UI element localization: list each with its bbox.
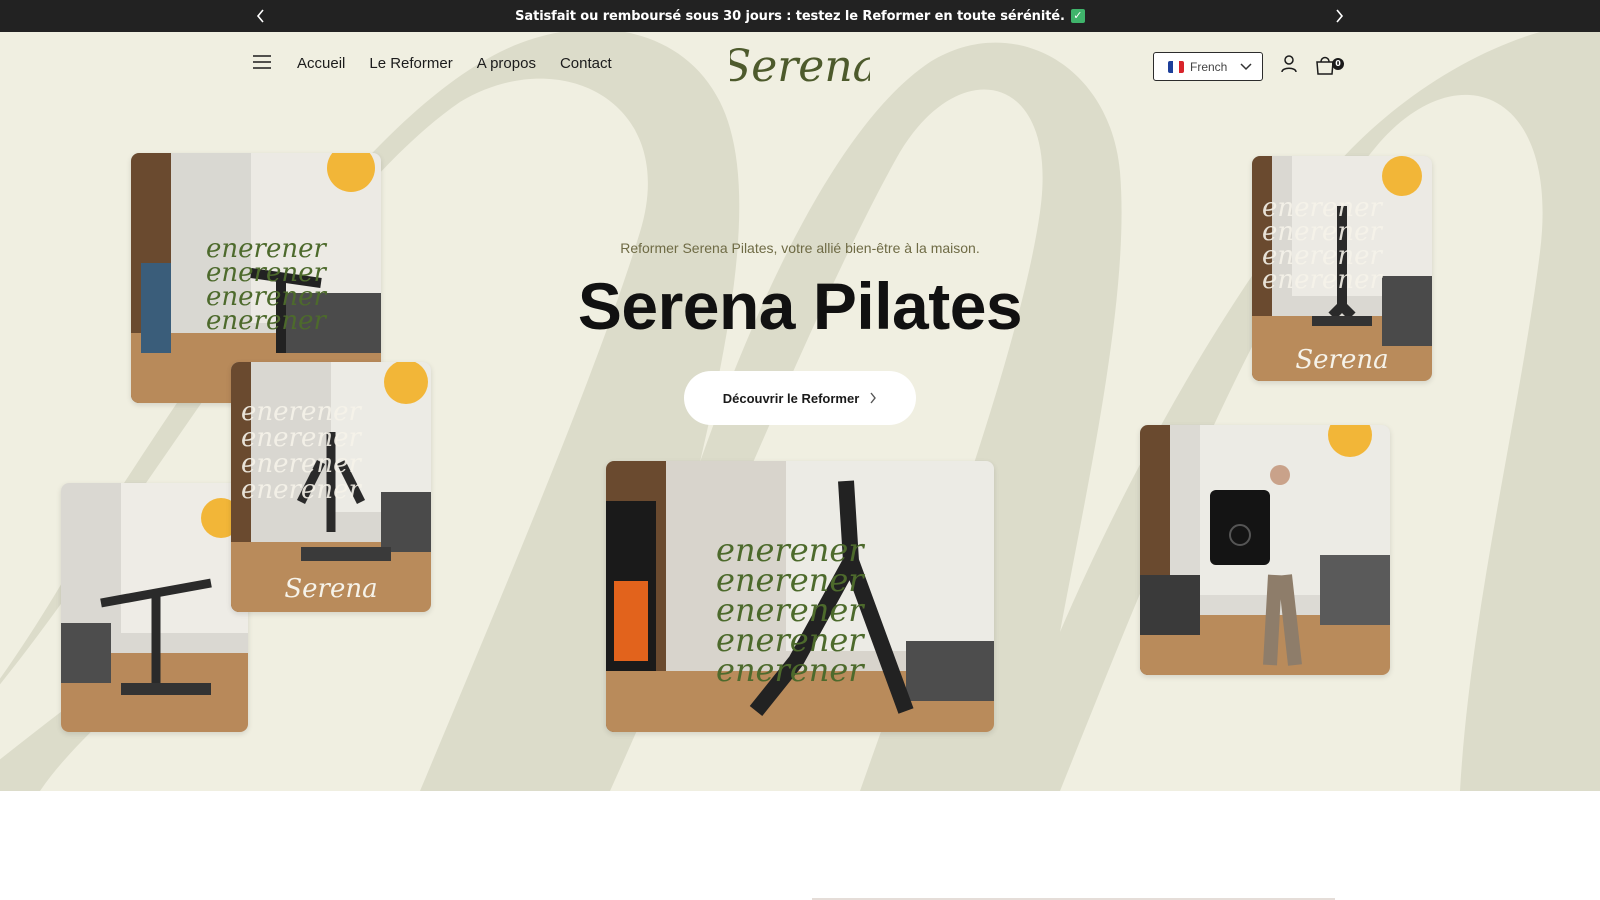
language-selector[interactable]: French [1153, 52, 1263, 81]
nav-link-accueil[interactable]: Accueil [297, 55, 345, 72]
svg-text:Serena: Serena [1295, 345, 1388, 375]
cart-button[interactable]: 0 [1314, 54, 1348, 76]
gallery-photo-holding-reformer [1140, 425, 1390, 675]
hamburger-icon [253, 55, 271, 69]
site-header: Accueil Le Reformer A propos Contact Ser… [0, 32, 1600, 100]
nav-link-contact[interactable]: Contact [560, 55, 612, 72]
svg-text:enerener: enerener [241, 475, 362, 505]
discover-reformer-button[interactable]: Découvrir le Reformer [684, 371, 916, 425]
account-button[interactable] [1280, 54, 1300, 76]
announcement-next-button[interactable] [1327, 0, 1351, 32]
hamburger-menu-button[interactable] [252, 54, 274, 76]
cta-label: Découvrir le Reformer [722, 390, 860, 406]
user-icon [1281, 55, 1297, 73]
chevron-down-icon [1240, 63, 1252, 71]
announcement-bar: Satisfait ou remboursé sous 30 jours : t… [0, 0, 1600, 32]
main-nav: Accueil Le Reformer A propos Contact [297, 55, 636, 72]
announcement-text: Satisfait ou remboursé sous 30 jours : t… [515, 8, 1065, 24]
gallery-photo-lunge-pose: enerener enerener enerener enerener ener… [606, 461, 994, 732]
flag-fr-icon [1168, 60, 1184, 73]
hero-title: Serena Pilates [577, 269, 1023, 343]
serena-logo[interactable]: Serena [730, 36, 870, 96]
nav-link-a-propos[interactable]: A propos [477, 55, 536, 72]
nav-link-le-reformer[interactable]: Le Reformer [369, 55, 452, 72]
chevron-right-icon [1336, 9, 1344, 23]
announcement-prev-button[interactable] [249, 0, 273, 32]
svg-text:Serena: Serena [284, 574, 377, 604]
check-badge-icon: ✓ [1070, 9, 1085, 23]
hero-section: Accueil Le Reformer A propos Contact Ser… [0, 32, 1600, 791]
gallery-photo-board-exercise: enerener enerener enerener enerener Sere… [231, 362, 431, 612]
gallery-photo-arabesque-pose [61, 483, 248, 732]
language-label: French [1190, 59, 1228, 74]
chevron-left-icon [256, 9, 264, 23]
cart-count-badge: 0 [1332, 58, 1344, 70]
svg-text:enerener: enerener [716, 651, 865, 689]
chevron-right-icon [870, 392, 877, 404]
hero-tagline: Reformer Serena Pilates, votre allié bie… [620, 240, 980, 256]
svg-text:Serena: Serena [730, 41, 870, 92]
